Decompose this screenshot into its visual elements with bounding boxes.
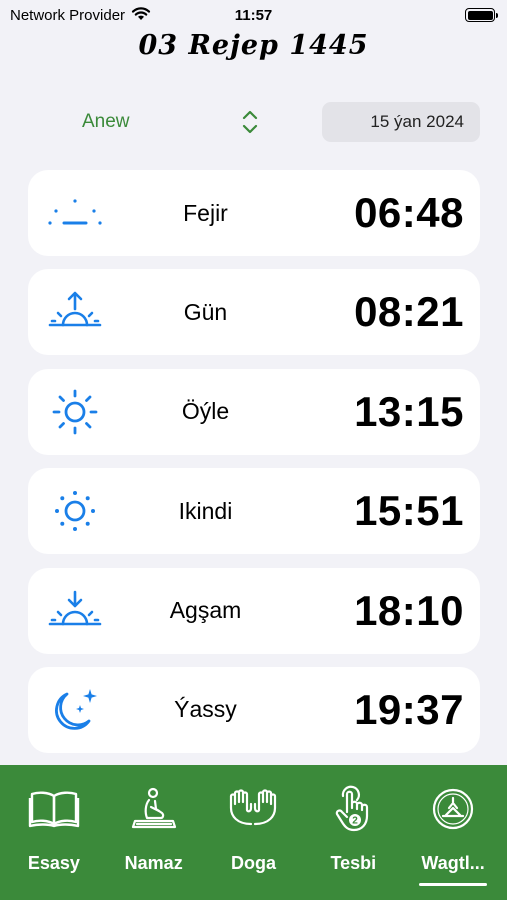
battery-icon xyxy=(465,8,498,22)
prayer-time: 15:51 xyxy=(354,487,464,535)
tab-label: Doga xyxy=(230,853,276,873)
svg-text:2: 2 xyxy=(353,816,359,827)
tab-label: Esasy xyxy=(27,853,80,873)
city-picker[interactable]: Anew xyxy=(28,109,258,135)
tab-wagtlar[interactable]: Wagtl... xyxy=(405,765,501,900)
tab-tesbi[interactable]: 2 Tesbi xyxy=(305,765,401,900)
prayer-name: Ýassy xyxy=(174,696,237,723)
prayer-time: 13:15 xyxy=(354,387,464,435)
prayer-time: 06:48 xyxy=(354,189,464,236)
tab-label: Namaz xyxy=(124,853,183,873)
prayer-row-oyle[interactable]: Öýle 13:15 xyxy=(28,368,480,455)
prayer-time: 19:37 xyxy=(354,685,464,733)
chevron-up-down-icon xyxy=(242,109,258,135)
prayer-row-ikindi[interactable]: Ikindi 15:51 xyxy=(28,468,480,555)
carrier-label: Network Provider xyxy=(10,6,126,24)
date-picker[interactable]: 15 ýan 2024 xyxy=(322,102,480,142)
prayer-name: Gün xyxy=(183,298,228,325)
tab-namaz[interactable]: Namaz xyxy=(106,765,202,900)
page-title: 03 Rejep 1445 xyxy=(138,30,369,61)
status-bar: Network Provider 11:57 xyxy=(0,0,507,30)
tap-counter-icon: 2 xyxy=(331,785,375,832)
prayer-time: 18:10 xyxy=(354,586,464,634)
prayer-row-yassy[interactable]: Ýassy 19:37 xyxy=(28,666,480,753)
city-label: Anew xyxy=(82,111,130,132)
tab-bar: Esasy Namaz Doga 2 Tesbi Wagtl... xyxy=(0,765,507,900)
selected-tab-indicator xyxy=(419,883,488,886)
prayer-row-fejir[interactable]: Fejir 06:48 xyxy=(28,170,480,256)
tab-label: Tesbi xyxy=(330,853,377,873)
tab-doga[interactable]: Doga xyxy=(205,765,301,900)
prayer-time: 08:21 xyxy=(354,288,464,336)
prayer-name: Fejir xyxy=(183,199,228,226)
wifi-icon xyxy=(131,6,151,25)
prayer-row-agsam[interactable]: Agşam 18:10 xyxy=(28,567,480,654)
prayer-name: Agşam xyxy=(169,597,242,624)
tab-label: Wagtl... xyxy=(421,853,485,873)
prayer-mat-icon xyxy=(129,785,179,831)
prayer-times-list: Fejir 06:48 Gün 08:21 Öýle 13:15 Ikindi … xyxy=(28,170,480,766)
tab-esasy[interactable]: Esasy xyxy=(6,765,102,900)
alarm-clock-icon xyxy=(429,785,477,831)
location-row: Anew 15 ýan 2024 xyxy=(28,102,480,142)
prayer-name: Öýle xyxy=(181,398,230,425)
praying-hands-icon xyxy=(227,785,279,831)
prayer-name: Ikindi xyxy=(178,497,233,524)
prayer-row-gun[interactable]: Gün 08:21 xyxy=(28,269,480,356)
book-icon xyxy=(28,785,80,831)
